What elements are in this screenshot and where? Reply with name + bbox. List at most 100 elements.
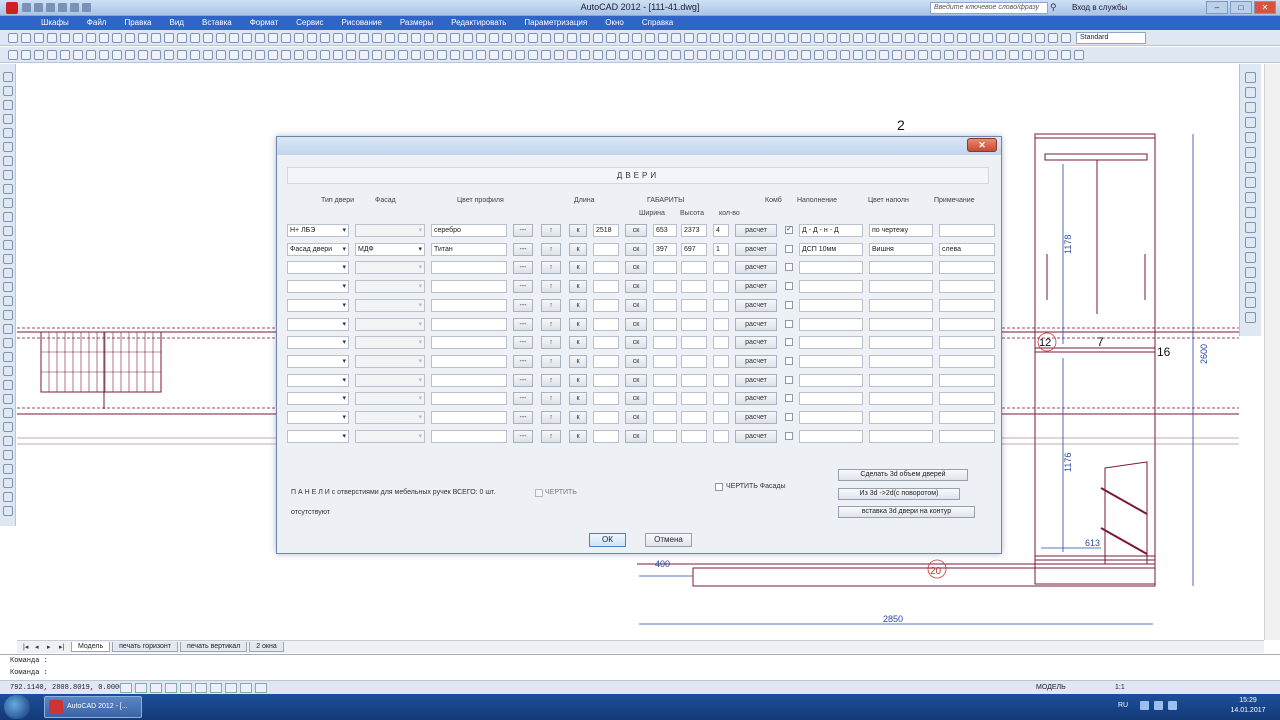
k-button[interactable]: к [569,354,587,368]
toolbar-tool-icon[interactable] [970,33,980,43]
toolbar-tool-icon[interactable] [996,50,1006,60]
vertical-scrollbar[interactable] [1264,64,1280,640]
modify-tool-icon[interactable] [1245,297,1256,308]
height-field[interactable] [681,411,707,424]
profile-color-field[interactable] [431,411,507,424]
draw-tool-icon[interactable] [3,506,13,516]
toolbar-tool-icon[interactable] [47,33,57,43]
tab-first-icon[interactable]: |◂ [23,643,33,651]
door-type-dropdown[interactable] [287,373,349,387]
minimize-icon[interactable]: – [1206,1,1228,14]
sk-button[interactable]: ск [625,336,647,350]
toolbar-tool-icon[interactable] [736,33,746,43]
toolbar-tool-icon[interactable] [632,33,642,43]
toolbar-tool-icon[interactable] [1009,33,1019,43]
toolbar-tool-icon[interactable] [723,33,733,43]
length-field[interactable] [593,392,619,406]
k-button[interactable]: к [569,392,587,406]
toolbar-tool-icon[interactable] [73,33,83,43]
fill-field[interactable] [799,411,863,424]
draw-facades-checkbox[interactable] [715,483,723,491]
profile-color-field[interactable] [431,261,507,275]
toolbar-tool-icon[interactable] [385,33,395,43]
combo-checkbox[interactable] [785,431,793,440]
door-type-dropdown[interactable] [287,280,349,294]
fill-color-field[interactable] [869,373,933,387]
toolbar-tool-icon[interactable] [554,50,564,60]
toolbar-tool-icon[interactable] [749,33,759,43]
profile-color-field[interactable]: серебро [431,224,507,237]
toolbar-tool-icon[interactable] [346,50,356,60]
toolbar-tool-icon[interactable] [528,50,538,60]
taskbar-autocad-button[interactable]: AutoCAD 2012 - [... [44,696,142,718]
profile-color-field[interactable] [431,354,507,368]
fill-color-field[interactable]: по чертежу [869,224,933,237]
calc-button[interactable]: расчет [735,354,777,368]
qty-field[interactable]: 1 [713,242,729,256]
calc-button[interactable]: расчет [735,280,777,294]
toolbar-tool-icon[interactable] [242,33,252,43]
fill-field[interactable] [799,429,863,443]
modify-tool-icon[interactable] [1245,267,1256,278]
panels-draw-checkbox[interactable] [535,489,543,497]
dash-button[interactable]: --- [513,242,533,256]
toolbar-tool-icon[interactable] [541,33,551,43]
modify-tool-icon[interactable] [1245,282,1256,293]
fill-field[interactable] [799,373,863,387]
profile-color-field[interactable]: Титан [431,242,507,256]
menu-item-dimensions[interactable]: Размеры [391,16,442,30]
modify-tool-icon[interactable] [1245,177,1256,188]
toolbar-tool-icon[interactable] [21,50,31,60]
door-type-dropdown[interactable] [287,429,349,443]
qty-field[interactable] [713,317,729,331]
toolbar-tool-icon[interactable] [346,33,356,43]
k-button[interactable]: к [569,298,587,312]
profile-color-field[interactable] [431,280,507,294]
draw-tool-icon[interactable] [3,240,13,250]
menu-item-parametric[interactable]: Параметризация [515,16,596,30]
toolbar-tool-icon[interactable] [177,33,187,43]
toolbar-tool-icon[interactable] [814,50,824,60]
toolbar-tool-icon[interactable] [762,50,772,60]
door-type-dropdown[interactable] [287,317,349,331]
toolbar-tool-icon[interactable] [1048,50,1058,60]
tpy-toggle-icon[interactable] [255,683,267,693]
tab-last-icon[interactable]: ▸| [59,643,69,651]
toolbar-tool-icon[interactable] [983,50,993,60]
toolbar-tool-icon[interactable] [476,50,486,60]
grid-toggle-icon[interactable] [135,683,147,693]
toolbar-tool-icon[interactable] [1035,33,1045,43]
toolbar-tool-icon[interactable] [60,50,70,60]
facade-dropdown[interactable] [355,280,425,294]
draw-tool-icon[interactable] [3,268,13,278]
language-indicator[interactable]: RU [1118,702,1128,709]
up-button[interactable]: ↑ [541,373,561,387]
dialog-titlebar[interactable]: ✕ [277,137,1001,155]
toolbar-tool-icon[interactable] [723,50,733,60]
draw-tool-icon[interactable] [3,114,13,124]
toolbar-tool-icon[interactable] [853,50,863,60]
dash-button[interactable]: --- [513,429,533,443]
toolbar-tool-icon[interactable] [1009,50,1019,60]
toolbar-tool-icon[interactable] [125,33,135,43]
toolbar-tool-icon[interactable] [892,50,902,60]
length-field[interactable] [593,411,619,424]
toolbar-tool-icon[interactable] [658,50,668,60]
up-button[interactable]: ↑ [541,224,561,237]
tray-network-icon[interactable] [1154,701,1163,710]
toolbar-tool-icon[interactable] [827,50,837,60]
combo-checkbox[interactable] [785,375,793,384]
modify-tool-icon[interactable] [1245,312,1256,323]
draw-tool-icon[interactable] [3,310,13,320]
sk-button[interactable]: ск [625,392,647,406]
facade-dropdown[interactable] [355,411,425,424]
k-button[interactable]: к [569,429,587,443]
ortho-toggle-icon[interactable] [150,683,162,693]
k-button[interactable]: к [569,317,587,331]
toolbar-tool-icon[interactable] [658,33,668,43]
sk-button[interactable]: ск [625,280,647,294]
fill-color-field[interactable]: Вишня [869,242,933,256]
height-field[interactable] [681,429,707,443]
toolbar-tool-icon[interactable] [151,50,161,60]
modify-tool-icon[interactable] [1245,117,1256,128]
